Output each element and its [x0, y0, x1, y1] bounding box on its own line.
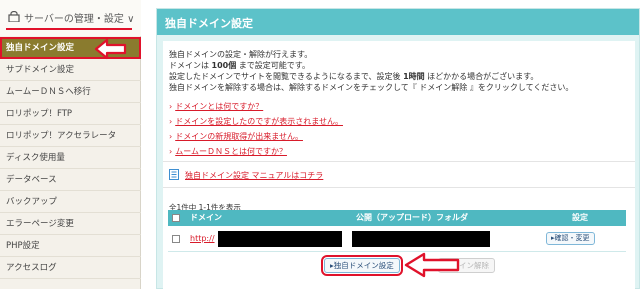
description-line-2: ドメインは 100個 まで設定可能です。 [169, 61, 310, 70]
row-checkbox[interactable] [172, 235, 180, 243]
sidebar-item-database[interactable]: データベース [0, 169, 141, 191]
main-header: 独自ドメイン設定 [157, 9, 639, 35]
redacted-domain [218, 231, 342, 247]
description-line-3: 設定したドメインでサイトを閲覧できるようになるまで、設定後 1時間 ほどかかる場… [169, 72, 539, 81]
table-header-checkbox [168, 210, 184, 226]
sidebar-item-ftp[interactable]: ロリポップ！FTP [0, 103, 141, 125]
row-checkbox-cell [168, 226, 184, 252]
sidebar-item-accelerator[interactable]: ロリポップ！アクセラレータ [0, 125, 141, 147]
manual-book-icon [169, 169, 179, 180]
page-title: 独自ドメイン設定 [165, 17, 253, 30]
link-bullet-icon: › [169, 117, 173, 126]
link-bullet-icon: › [169, 102, 173, 111]
link-bullet-icon: › [169, 132, 173, 141]
link-bullet-icon: › [169, 147, 173, 156]
sidebar-item-disk-usage[interactable]: ディスク使用量 [0, 147, 141, 169]
sidebar-item-subdomain[interactable]: サブドメイン設定 [0, 59, 141, 81]
domain-link[interactable]: http:// [190, 234, 215, 243]
redacted-folder [352, 231, 490, 247]
manual-link[interactable]: 独自ドメイン設定 マニュアルはコチラ [185, 170, 323, 181]
sidebar-item-error-page[interactable]: エラーページ変更 [0, 213, 141, 235]
sidebar-item-muumuu-dns[interactable]: ムームーＤＮＳへ移行 [0, 81, 141, 103]
table-header-settings: 設定 [534, 210, 626, 226]
annotation-arrow-add-button [404, 252, 460, 278]
table-header-folder: 公開（アップロード）フォルダ [350, 210, 534, 226]
table-header-domain: ドメイン [184, 210, 350, 226]
header-highlight-underline [6, 28, 132, 30]
help-link-muumuu-dns[interactable]: › ムームーＤＮＳとは何ですか？ [169, 146, 287, 157]
sidebar-header-title: サーバーの管理・設定 ∨ [24, 14, 135, 25]
section-divider [163, 187, 635, 188]
sidebar-header[interactable]: サーバーの管理・設定 ∨ [0, 0, 141, 36]
domain-table: ドメイン 公開（アップロード）フォルダ 設定 http:// ▸確認・変更 [168, 210, 626, 254]
lock-icon [8, 11, 20, 22]
description-line-1: 独自ドメインの設定・解除が行えます。 [169, 50, 313, 59]
help-link-what-is-domain[interactable]: › ドメインとは何ですか？ [169, 101, 263, 112]
add-domain-button[interactable]: ▸独自ドメイン設定 [321, 255, 403, 276]
select-all-checkbox[interactable] [172, 214, 180, 222]
sidebar-item-backup[interactable]: バックアップ [0, 191, 141, 213]
help-link-not-displayed[interactable]: › ドメインを設定したのですが表示されません。 [169, 116, 343, 127]
annotation-arrow-sidebar [94, 38, 127, 60]
help-link-cannot-acquire[interactable]: › ドメインの新規取得が出来ません。 [169, 131, 303, 142]
section-divider [163, 161, 635, 162]
chevron-down-icon: ∨ [127, 14, 135, 25]
confirm-change-button[interactable]: ▸確認・変更 [546, 232, 595, 245]
sidebar-item-php[interactable]: PHP設定 [0, 235, 141, 257]
description-line-4: 独自ドメインを解除する場合は、解除するドメインをチェックして『 ドメイン解除 』… [169, 83, 574, 92]
sidebar-item-access-log[interactable]: アクセスログ [0, 257, 141, 279]
